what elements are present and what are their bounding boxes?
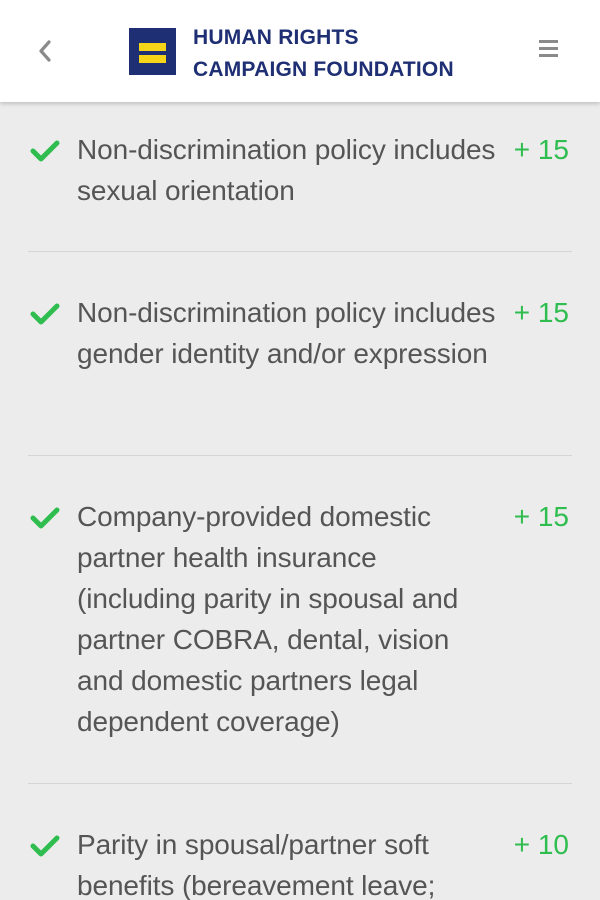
org-name-line-2: CAMPAIGN FOUNDATION (193, 58, 454, 81)
logo-bar-bottom (139, 55, 166, 63)
org-name[interactable]: HUMAN RIGHTS CAMPAIGN FOUNDATION (193, 22, 454, 86)
checkmark-icon (30, 303, 60, 325)
criterion-points: + 10 (513, 829, 569, 860)
criterion-text: Company-provided domestic partner health… (77, 501, 459, 737)
checkmark-icon (30, 835, 60, 857)
criterion-points: + 15 (513, 134, 569, 165)
menu-button[interactable] (536, 36, 562, 62)
criterion-text: Non-discrimination policy includes gende… (77, 297, 496, 369)
checkmark-icon (30, 140, 60, 162)
criterion-points: + 15 (513, 501, 569, 532)
checkmark-icon (30, 507, 60, 529)
chevron-left-icon (39, 40, 51, 62)
divider (28, 783, 572, 784)
criteria-list[interactable]: Non-discrimination policy includes sexua… (0, 102, 600, 900)
criterion-text: Non-discrimination policy includes sexua… (77, 134, 496, 206)
criterion-text: Parity in spousal/partner soft benefits … (77, 829, 436, 900)
criterion-points: + 15 (513, 297, 569, 328)
logo-bar-top (139, 43, 166, 51)
back-button[interactable] (30, 33, 60, 69)
app-header: HUMAN RIGHTS CAMPAIGN FOUNDATION (0, 0, 600, 102)
divider (28, 455, 572, 456)
hrc-logo[interactable] (129, 28, 176, 75)
divider (28, 251, 572, 252)
org-name-line-1: HUMAN RIGHTS (193, 26, 359, 49)
